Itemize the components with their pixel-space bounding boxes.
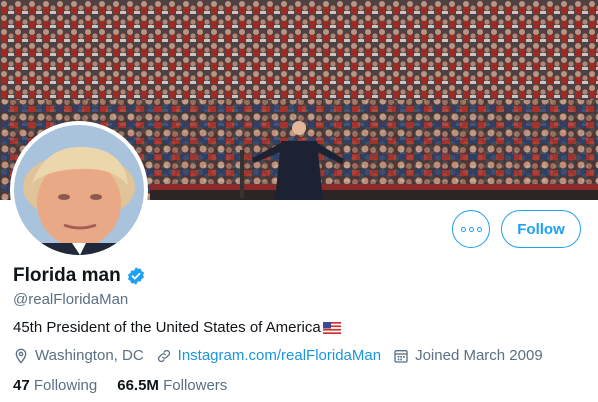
profile-handle: @realFloridaMan — [13, 291, 129, 308]
join-date: Joined March 2009 — [393, 347, 543, 364]
calendar-icon — [394, 349, 408, 363]
profile-header: Follow Florida man @realFloridaMan 45th … — [0, 0, 598, 402]
website: Instagram.com/realFloridaMan — [156, 347, 381, 364]
more-options-button[interactable] — [452, 210, 490, 248]
profile-stats: 47 Following 66.5M Followers — [13, 377, 247, 394]
profile-avatar[interactable] — [10, 121, 148, 259]
profile-bio: 45th President of the United States of A… — [13, 319, 341, 336]
join-date-text: Joined March 2009 — [415, 347, 543, 364]
bio-text: 45th President of the United States of A… — [13, 319, 321, 336]
location: Washington, DC — [13, 347, 144, 364]
website-link[interactable]: Instagram.com/realFloridaMan — [178, 347, 381, 364]
profile-meta: Washington, DC Instagram.com/realFlorida… — [13, 347, 555, 364]
link-icon — [157, 349, 170, 362]
more-options-icon — [460, 226, 482, 232]
followers-link[interactable]: 66.5M Followers — [117, 377, 227, 394]
followers-label: Followers — [163, 377, 228, 394]
verified-badge-icon[interactable] — [126, 266, 146, 286]
display-name-row: Florida man — [13, 265, 146, 287]
following-label: Following — [33, 377, 98, 394]
followers-count: 66.5M — [117, 377, 159, 394]
follow-button[interactable]: Follow — [501, 210, 581, 248]
avatar-photo — [14, 125, 144, 255]
us-flag-emoji — [322, 321, 341, 334]
following-link[interactable]: 47 Following — [13, 377, 97, 394]
location-pin-icon — [15, 348, 27, 364]
display-name: Florida man — [13, 265, 121, 286]
location-text: Washington, DC — [35, 347, 144, 364]
following-count: 47 — [13, 377, 30, 394]
